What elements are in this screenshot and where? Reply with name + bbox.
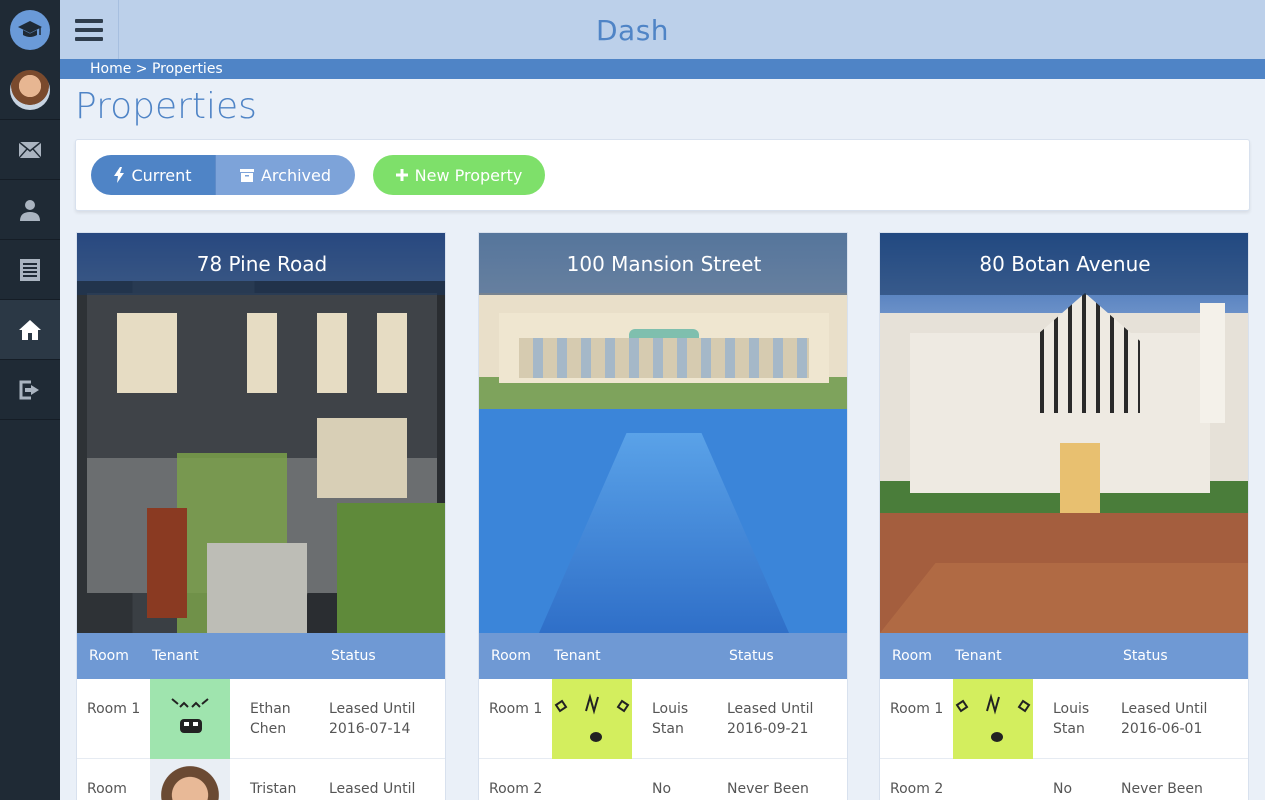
property-card[interactable]: 80 Botan Avenue Room Tenant Status Room … — [879, 232, 1249, 800]
tenant-cell: Louis Stan — [652, 701, 689, 737]
room-cell: Room — [87, 781, 127, 797]
app-logo[interactable] — [0, 0, 60, 60]
header-tenant: Tenant — [554, 648, 601, 664]
sidebar-item-list[interactable] — [0, 240, 60, 300]
page-title: Properties — [75, 86, 257, 127]
header-room: Room — [491, 648, 531, 664]
tenant-cell: Tristan — [250, 781, 297, 797]
header-room: Room — [89, 648, 129, 664]
user-icon — [20, 199, 40, 221]
property-card[interactable]: 100 Mansion Street Room Tenant Status Ro… — [478, 232, 848, 800]
current-label: Current — [131, 165, 192, 185]
new-property-button[interactable]: New Property — [373, 155, 545, 195]
tenant-avatar — [552, 679, 632, 759]
room-cell: Room 1 — [87, 701, 141, 717]
tenant-avatar — [953, 679, 1033, 759]
status-cell: Leased Until 2016-09-21 — [727, 701, 814, 737]
current-button[interactable]: Current — [91, 155, 215, 195]
tenant-cell: No Tenant — [652, 781, 672, 797]
avatar — [10, 69, 50, 110]
status-cell: Never Been Leased — [1121, 781, 1203, 797]
view-toggle: Current Archived — [91, 155, 355, 195]
table-header: Room Tenant Status — [77, 633, 445, 679]
sidebar-item-logout[interactable] — [0, 360, 60, 420]
plus-icon — [395, 169, 408, 181]
property-name: 100 Mansion Street — [479, 233, 847, 295]
archive-icon — [239, 168, 254, 182]
sidebar-item-properties[interactable] — [0, 300, 60, 360]
app-title: Dash — [595, 14, 670, 47]
graduation-cap-icon — [10, 10, 50, 50]
room-cell: Room 2 — [489, 781, 543, 797]
table-row[interactable]: Room 1 Louis Stan Leased Until 2016-06-0… — [880, 679, 1248, 759]
tenant-avatar — [150, 759, 230, 800]
room-cell: Room 1 — [890, 701, 944, 717]
archived-button[interactable]: Archived — [215, 155, 355, 195]
tenant-cell: Ethan Chen — [250, 701, 291, 737]
breadcrumb-text[interactable]: Home > Properties — [90, 61, 223, 77]
tenant-cell: Louis Stan — [1053, 701, 1090, 737]
table-header: Room Tenant Status — [880, 633, 1248, 679]
property-card[interactable]: 78 Pine Road Room Tenant Status Room 1 E… — [76, 232, 446, 800]
home-icon — [19, 319, 41, 340]
header-status: Status — [331, 648, 376, 664]
status-cell: Leased Until 2016-06-01 — [1121, 701, 1208, 737]
sidebar-item-messages[interactable] — [0, 120, 60, 180]
new-property-label: New Property — [414, 165, 523, 185]
tenant-avatar — [150, 679, 230, 759]
status-cell: Never Been Leased — [727, 781, 809, 797]
sidebar-item-profile[interactable] — [0, 180, 60, 240]
room-cell: Room 2 — [890, 781, 944, 797]
status-cell: Leased Until — [329, 781, 416, 797]
table-row[interactable]: Room 1 Louis Stan Leased Until 2016-09-2… — [479, 679, 847, 759]
toolbar-card: Current Archived New Property — [75, 139, 1250, 211]
table-row[interactable]: Room 2 No Tenant Never Been Leased — [479, 759, 847, 800]
table-row[interactable]: Room 2 No Tenant Never Been Leased — [880, 759, 1248, 800]
table-header: Room Tenant Status — [479, 633, 847, 679]
header-tenant: Tenant — [955, 648, 1002, 664]
header-tenant: Tenant — [152, 648, 199, 664]
list-icon — [20, 258, 40, 281]
table-row[interactable]: Room Tristan Leased Until — [77, 759, 445, 800]
property-name: 80 Botan Avenue — [880, 233, 1248, 295]
bolt-icon — [114, 167, 125, 183]
status-cell: Leased Until 2016-07-14 — [329, 701, 416, 737]
user-avatar[interactable] — [0, 60, 60, 120]
mail-icon — [19, 141, 41, 158]
table-row[interactable]: Room 1 Ethan Chen Leased Until 2016-07-1… — [77, 679, 445, 759]
logout-icon — [19, 380, 39, 399]
breadcrumb: Home > Properties — [60, 59, 1265, 79]
property-name: 78 Pine Road — [77, 233, 445, 295]
header-status: Status — [1123, 648, 1168, 664]
archived-label: Archived — [260, 165, 332, 185]
header-status: Status — [729, 648, 774, 664]
top-bar: Dash — [60, 0, 1265, 59]
header-room: Room — [892, 648, 932, 664]
room-cell: Room 1 — [489, 701, 543, 717]
tenant-cell: No Tenant — [1053, 781, 1073, 797]
sidebar — [0, 0, 60, 800]
